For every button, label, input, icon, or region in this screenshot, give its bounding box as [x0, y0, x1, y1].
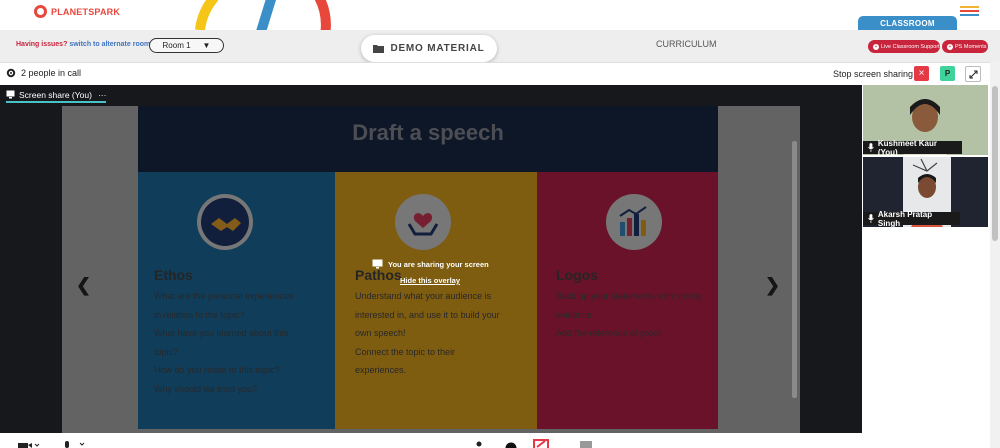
ps-moments-label: PS Moments	[955, 43, 987, 50]
previous-slide-icon[interactable]: ❮	[76, 275, 91, 296]
participant-name: Akarsh Pratap Singh	[877, 209, 933, 228]
logo-text: PLANETSPARK	[51, 6, 121, 17]
person-icon[interactable]	[474, 441, 484, 448]
live-support-label: Live Classroom Support	[881, 43, 940, 50]
room-select[interactable]: Room 1 ▼	[149, 38, 224, 53]
folder-icon	[373, 45, 385, 53]
slide-scrollbar[interactable]	[792, 141, 797, 398]
classroom-tab[interactable]: CLASSROOM	[858, 16, 957, 30]
live-support-button[interactable]: + Live Classroom Support	[868, 40, 940, 53]
sharing-message-text: You are sharing your screen	[388, 259, 489, 269]
chevron-down-icon: ▼	[202, 41, 211, 50]
participant-name-tag: Akarsh Pratap Singh	[863, 209, 960, 228]
decorative-arcs	[195, 0, 331, 30]
demo-material-label: DEMO MATERIAL	[390, 43, 485, 54]
stop-sharing-button[interactable]: ×	[914, 66, 929, 81]
more-options-icon[interactable]: ···	[98, 90, 107, 100]
plus-icon: +	[947, 43, 953, 50]
avatar[interactable]: P	[940, 66, 955, 81]
alternate-room-link[interactable]: switch to alternate room	[69, 41, 150, 48]
microphone-icon	[868, 214, 874, 223]
screen-share-icon	[6, 90, 15, 99]
stop-screen-sharing-label: Stop screen sharing	[833, 69, 914, 79]
hamburger-menu-icon[interactable]	[960, 6, 979, 16]
top-bar: PLANETSPARK	[0, 0, 1000, 30]
tab-screen-share[interactable]: Screen share (You) ···	[6, 89, 107, 103]
microphone-icon	[868, 143, 874, 152]
demo-material-button[interactable]: DEMO MATERIAL	[361, 35, 497, 62]
planet-icon	[34, 5, 47, 18]
whiteboard-icon[interactable]	[533, 439, 549, 448]
people-in-call[interactable]: 2 people in call	[6, 68, 81, 78]
bottom-toolbar	[0, 433, 990, 448]
gear-icon	[6, 68, 16, 78]
participant-name: Kushmeet Kaur (You)	[877, 138, 937, 157]
people-count-text: 2 people in call	[21, 68, 82, 78]
issues-notice: Having issues? switch to alternate room	[16, 41, 150, 48]
plus-icon: +	[873, 43, 879, 50]
curriculum-tab[interactable]: CURRICULUM	[656, 39, 717, 49]
page-scrollbar-thumb[interactable]	[992, 86, 998, 241]
issues-prefix: Having issues?	[16, 41, 68, 48]
participant-name-tag: Kushmeet Kaur (You)	[863, 138, 962, 157]
next-slide-icon[interactable]: ❯	[765, 275, 780, 296]
screen-icon[interactable]	[580, 441, 592, 448]
fullscreen-icon[interactable]	[965, 66, 981, 82]
microphone-icon[interactable]	[62, 441, 86, 448]
share-tab-label: Screen share (You)	[19, 89, 92, 100]
sharing-overlay	[62, 106, 800, 433]
record-icon[interactable]	[505, 442, 517, 448]
screen-share-icon	[372, 259, 383, 269]
hide-overlay-link[interactable]: Hide this overlay	[400, 276, 460, 285]
camera-icon[interactable]	[18, 442, 40, 448]
ps-moments-button[interactable]: + PS Moments	[942, 40, 988, 53]
planetspark-logo[interactable]: PLANETSPARK	[34, 5, 120, 18]
sharing-message: You are sharing your screen	[372, 259, 489, 269]
room-select-value: Room 1	[162, 41, 191, 50]
